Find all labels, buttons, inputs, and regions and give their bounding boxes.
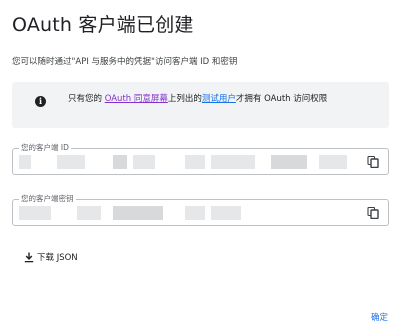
redacted-segment: [57, 155, 85, 169]
notice-prefix: 只有您的: [68, 94, 105, 104]
dialog-description: 您可以随时通过"API 与服务中的凭据"访问客户端 ID 和密钥: [12, 57, 238, 67]
notice-box: i 只有您的 OAuth 同意屏幕上列出的测试用户才拥有 OAuth 访问权限: [12, 82, 389, 128]
notice-suffix: 才拥有 OAuth 访问权限: [235, 94, 328, 104]
oauth-consent-screen-link[interactable]: OAuth 同意屏幕: [105, 94, 168, 104]
redacted-segment: [133, 206, 163, 220]
client-secret-field[interactable]: 您的客户端密钥: [12, 193, 389, 226]
redacted-segment: [211, 155, 255, 169]
client-secret-label: 您的客户端密钥: [19, 193, 76, 205]
download-json-button[interactable]: 下载 JSON: [24, 251, 78, 263]
redacted-segment: [211, 206, 241, 220]
notice-text: 只有您的 OAuth 同意屏幕上列出的测试用户才拥有 OAuth 访问权限: [68, 93, 378, 106]
info-icon: i: [35, 96, 46, 107]
oauth-client-created-dialog: OAuth 客户端已创建 您可以随时通过"API 与服务中的凭据"访问客户端 I…: [0, 0, 400, 332]
redacted-segment: [113, 155, 127, 169]
client-id-field[interactable]: 您的客户端 ID: [12, 142, 389, 175]
copy-icon[interactable]: [367, 156, 379, 168]
redacted-segment: [19, 206, 51, 220]
redacted-segment: [185, 155, 205, 169]
redacted-segment: [319, 155, 347, 169]
dialog-title: OAuth 客户端已创建: [12, 14, 194, 36]
download-icon: [24, 252, 34, 262]
redacted-segment: [19, 155, 31, 169]
copy-icon[interactable]: [367, 207, 379, 219]
notice-middle: 上列出的: [167, 94, 202, 104]
redacted-segment: [133, 155, 155, 169]
redacted-segment: [185, 206, 205, 220]
redacted-segment: [113, 206, 133, 220]
test-users-link[interactable]: 测试用户: [202, 94, 236, 104]
client-secret-value: [19, 206, 357, 220]
confirm-button[interactable]: 确定: [371, 311, 388, 323]
download-json-label: 下载 JSON: [37, 253, 78, 263]
client-id-label: 您的客户端 ID: [19, 142, 71, 154]
redacted-segment: [271, 155, 307, 169]
client-id-value: [19, 155, 357, 169]
redacted-segment: [77, 206, 101, 220]
